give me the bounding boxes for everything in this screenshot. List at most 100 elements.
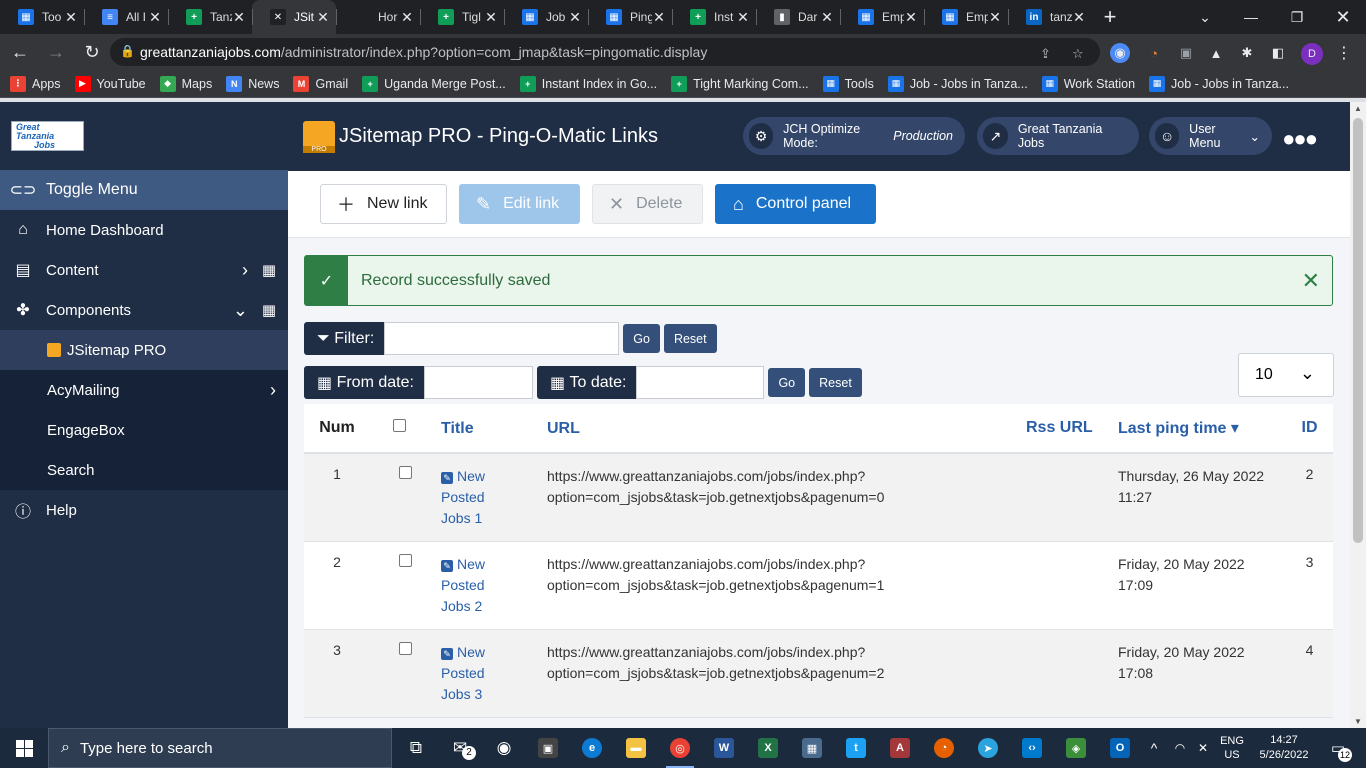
select-all-checkbox[interactable] [393,419,406,432]
row-checkbox[interactable] [399,554,412,567]
browser-tab[interactable]: + Tanz✕ [168,0,252,34]
bookmark-star-icon[interactable]: ☆ [1072,46,1084,62]
close-alert-icon[interactable]: ✕ [1302,268,1320,294]
date-reset-button[interactable]: Reset [809,368,862,397]
sidebar-item-engagebox[interactable]: EngageBox [0,410,288,450]
row-checkbox[interactable] [399,466,412,479]
list-limit-select[interactable]: 10 ⌄ [1238,353,1334,397]
notification-center-icon[interactable]: ▭ 12 [1322,728,1354,768]
to-date-input[interactable] [636,366,765,399]
browser-tab[interactable]: Hor ✕ [336,0,420,34]
bookmark-item[interactable]: + Tight Marking Com... [671,75,809,92]
browser-tab[interactable]: + Inst ✕ [672,0,756,34]
chevron-down-icon[interactable]: ⌄ [233,300,248,321]
toggle-menu-button[interactable]: ⊂⊃ Toggle Menu [0,170,288,210]
new-tab-button[interactable]: + [1092,0,1128,34]
view-site-button[interactable]: ↗ Great Tanzania Jobs [977,117,1139,155]
mail-icon[interactable]: ✉ 2 [438,728,482,768]
bookmark-item[interactable]: ▶ YouTube [74,75,146,92]
tab-close-icon[interactable]: ✕ [148,9,162,26]
more-options-icon[interactable]: ●●● [1282,126,1318,152]
profile-avatar[interactable]: D [1301,43,1323,65]
sidebar-item-help[interactable]: ⓘ Help [0,490,288,530]
user-menu-button[interactable]: ☺ User Menu ⌄ [1149,117,1272,155]
tab-close-icon[interactable]: ✕ [736,9,750,26]
extension-icon-3[interactable]: ▣ [1176,43,1196,63]
tab-close-icon[interactable]: ✕ [988,9,1002,26]
address-bar[interactable]: 🔒 greattanzaniajobs.com/administrator/in… [110,38,1100,66]
chevron-right-icon[interactable]: › [242,260,248,281]
telegram-icon[interactable]: ➤ [966,728,1010,768]
extension-icon-4[interactable]: ▲ [1206,43,1226,63]
browser-tab[interactable]: ✕ JSit ✕ [252,0,336,34]
tab-close-icon[interactable]: ✕ [484,9,498,26]
clock[interactable]: 14:27 5/26/2022 [1252,728,1316,768]
tab-close-icon[interactable]: ✕ [652,9,666,26]
dashboard-grid-icon[interactable]: ▦ [262,261,276,279]
header-url[interactable]: URL [547,418,1026,439]
scroll-down-icon[interactable]: ▼ [1354,717,1362,726]
language-indicator[interactable]: ENG US [1216,728,1248,768]
word-icon[interactable]: W [702,728,746,768]
tray-overflow-icon[interactable]: ^ [1144,728,1164,768]
browser-menu-icon[interactable]: ⋮ [1334,43,1354,63]
forward-icon[interactable]: → [40,36,72,68]
reload-icon[interactable]: ↻ [76,36,108,68]
side-panel-icon[interactable]: ◧ [1268,43,1288,63]
access-icon[interactable]: A [878,728,922,768]
sidebar-item-content[interactable]: ▤ Content › ▦ [0,250,288,290]
bookmark-item[interactable]: ⋮ Apps [10,75,61,92]
tab-close-icon[interactable]: ✕ [820,9,834,26]
control-panel-button[interactable]: ⌂ Control panel [715,184,876,224]
store-icon[interactable]: ▣ [526,728,570,768]
dashboard-grid-icon[interactable]: ▦ [262,301,276,319]
vscode-icon[interactable]: ‹› [1010,728,1054,768]
bookmark-item[interactable]: ◆ Maps [159,75,212,92]
filter-input[interactable] [384,322,620,355]
page-scrollbar[interactable]: ▲ ▼ [1350,102,1366,728]
twitter-icon[interactable]: t [834,728,878,768]
maximize-icon[interactable]: ❐ [1274,0,1320,34]
browser-tab[interactable]: ≡ All I ✕ [84,0,168,34]
windows-start-button[interactable] [0,728,48,768]
tab-close-icon[interactable]: ✕ [64,9,78,26]
row-title-link[interactable]: ✎ New Posted Jobs 2 [441,556,485,614]
delete-button[interactable]: ✕ Delete [592,184,703,224]
bookmark-item[interactable]: + Uganda Merge Post... [362,75,506,92]
bookmark-item[interactable]: ▦ Job - Jobs in Tanza... [1149,75,1289,92]
tab-close-icon[interactable]: ✕ [568,9,582,26]
network-app-icon[interactable]: ◈ [1054,728,1098,768]
remote-desktop-icon[interactable]: ▦ [790,728,834,768]
header-title[interactable]: Title [441,418,547,439]
bookmark-item[interactable]: ▦ Tools [822,75,874,92]
tab-close-icon[interactable]: ✕ [316,9,330,26]
chrome-icon[interactable]: ◎ [658,728,702,768]
sidebar-item-acymailing[interactable]: AcyMailing › [0,370,288,410]
extension-icon-2[interactable]: ◔ [1144,43,1164,63]
sidebar-item-home-dashboard[interactable]: ⌂ Home Dashboard [0,210,288,250]
excel-icon[interactable]: X [746,728,790,768]
browser-tab[interactable]: ▦ Ping ✕ [588,0,672,34]
sidebar-item-components[interactable]: ✤ Components ⌄ ▦ [0,290,288,330]
from-date-input[interactable] [423,366,533,399]
browser-tab[interactable]: ▦ Job ✕ [504,0,588,34]
browser-tab[interactable]: in tanz ✕ [1008,0,1092,34]
bookmark-item[interactable]: ▦ Work Station [1041,75,1135,92]
tab-close-icon[interactable]: ✕ [1072,9,1086,26]
browser-tab[interactable]: ▮ Dar ✕ [756,0,840,34]
bookmark-item[interactable]: M Gmail [293,75,348,92]
taskbar-search-box[interactable]: ⌕ Type here to search [48,728,392,768]
minimize-icon[interactable]: — [1228,0,1274,34]
volume-muted-icon[interactable]: ✕ [1193,728,1213,768]
back-icon[interactable]: ← [4,36,36,68]
filter-reset-button[interactable]: Reset [663,324,717,353]
site-logo[interactable]: Great Tanzania Jobs [11,121,84,151]
extension-icon-1[interactable]: ◉ [1110,43,1130,63]
new-link-button[interactable]: ＋ New link [320,184,447,224]
outlook-icon[interactable]: O [1098,728,1142,768]
chevron-right-icon[interactable]: › [270,380,276,401]
bookmark-item[interactable]: ▦ Job - Jobs in Tanza... [887,75,1028,92]
close-window-icon[interactable]: ✕ [1320,0,1366,34]
header-rss-url[interactable]: Rss URL [1026,419,1118,437]
jch-optimize-button[interactable]: ⚙ JCH Optimize Mode: Production [743,117,965,155]
